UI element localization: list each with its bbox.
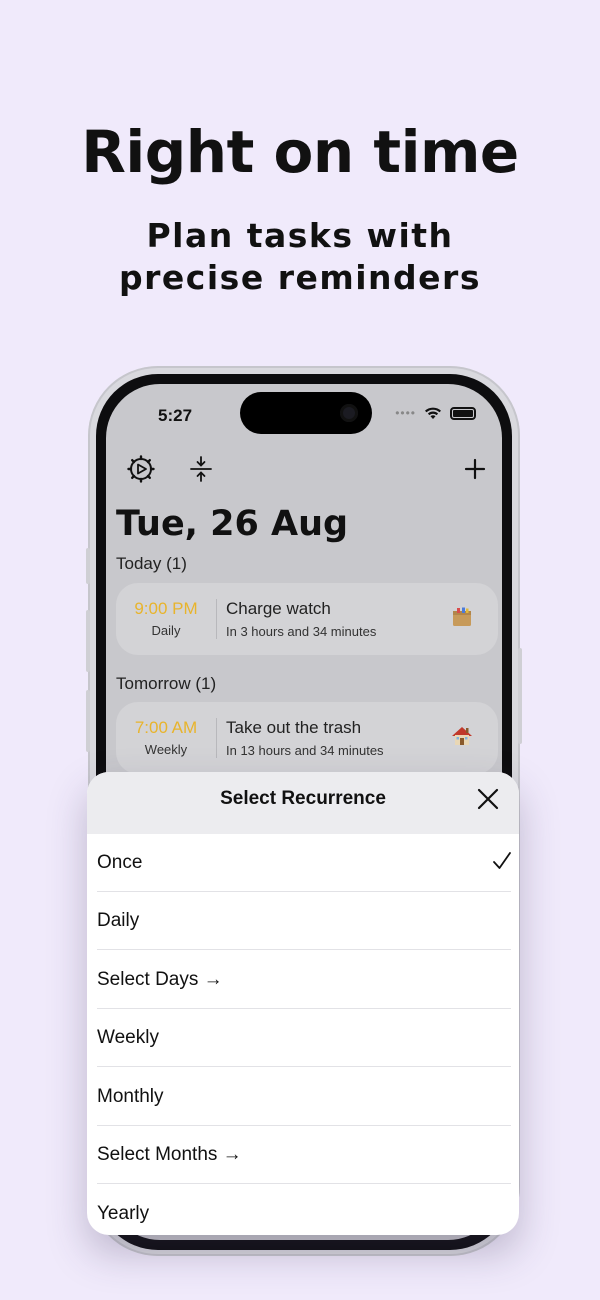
divider bbox=[97, 1066, 511, 1067]
signal-icon: •••• bbox=[395, 406, 416, 420]
sheet-title: Select Recurrence bbox=[220, 788, 386, 809]
task-recurrence: Weekly bbox=[144, 742, 188, 757]
recurrence-sheet: Select Recurrence Once Daily Select Days… bbox=[87, 772, 519, 1235]
status-icons: •••• bbox=[395, 406, 476, 420]
option-label: Daily bbox=[97, 910, 140, 931]
volume-up-button bbox=[86, 610, 90, 672]
recurrence-option-monthly[interactable]: Monthly bbox=[87, 1068, 519, 1126]
task-subtitle: In 13 hours and 34 minutes bbox=[226, 743, 384, 758]
timer-settings-icon[interactable] bbox=[126, 454, 156, 484]
recurrence-option-once[interactable]: Once bbox=[87, 834, 519, 892]
task-card[interactable]: 7:00 AM Weekly Take out the trash In 13 … bbox=[116, 702, 498, 774]
action-button bbox=[86, 548, 90, 584]
option-label: Select Months → bbox=[97, 1144, 242, 1165]
recurrence-option-yearly[interactable]: Yearly bbox=[87, 1185, 519, 1235]
recurrence-option-weekly[interactable]: Weekly bbox=[87, 1009, 519, 1067]
option-label: Once bbox=[97, 852, 143, 873]
section-label-tomorrow: Tomorrow (1) bbox=[116, 674, 217, 693]
status-time: 5:27 bbox=[158, 406, 193, 425]
section-label-today: Today (1) bbox=[116, 554, 187, 573]
task-time: 7:00 AM bbox=[134, 718, 198, 737]
marketing-subline: Plan tasks with precise reminders bbox=[0, 215, 600, 299]
task-card[interactable]: 9:00 PM Daily Charge watch In 3 hours an… bbox=[116, 583, 498, 655]
task-recurrence: Daily bbox=[151, 623, 181, 638]
sheet-header: Select Recurrence bbox=[87, 772, 519, 834]
task-title: Charge watch bbox=[226, 599, 331, 618]
camera-icon bbox=[340, 404, 358, 422]
recurrence-option-select-days[interactable]: Select Days → bbox=[87, 951, 519, 1009]
marketing-subline-line-1: Plan tasks with bbox=[146, 216, 454, 255]
task-divider bbox=[216, 718, 217, 758]
plus-icon[interactable] bbox=[460, 454, 490, 484]
dynamic-island bbox=[240, 392, 372, 434]
close-icon[interactable] bbox=[471, 782, 505, 816]
divider bbox=[97, 1183, 511, 1184]
marketing-headline: Right on time bbox=[81, 118, 519, 186]
option-label: Yearly bbox=[97, 1203, 150, 1224]
marketing-subline-line-2: precise reminders bbox=[119, 258, 481, 297]
option-label: Weekly bbox=[97, 1027, 159, 1048]
divider bbox=[97, 949, 511, 950]
task-title: Take out the trash bbox=[226, 718, 362, 737]
wifi-icon bbox=[425, 407, 441, 419]
power-button bbox=[518, 648, 522, 744]
collapse-icon[interactable] bbox=[186, 454, 216, 484]
recurrence-option-daily[interactable]: Daily bbox=[87, 892, 519, 950]
house-icon bbox=[452, 727, 472, 745]
battery-icon bbox=[450, 406, 476, 420]
option-label: Monthly bbox=[97, 1086, 164, 1107]
task-subtitle: In 3 hours and 34 minutes bbox=[226, 624, 377, 639]
package-icon bbox=[453, 607, 471, 626]
task-time: 9:00 PM bbox=[134, 599, 198, 618]
volume-down-button bbox=[86, 690, 90, 752]
option-label: Select Days → bbox=[97, 969, 223, 990]
date-title: Tue, 26 Aug bbox=[116, 504, 349, 544]
checkmark-icon bbox=[493, 852, 511, 869]
recurrence-option-select-months[interactable]: Select Months → bbox=[87, 1126, 519, 1184]
task-divider bbox=[216, 599, 217, 639]
